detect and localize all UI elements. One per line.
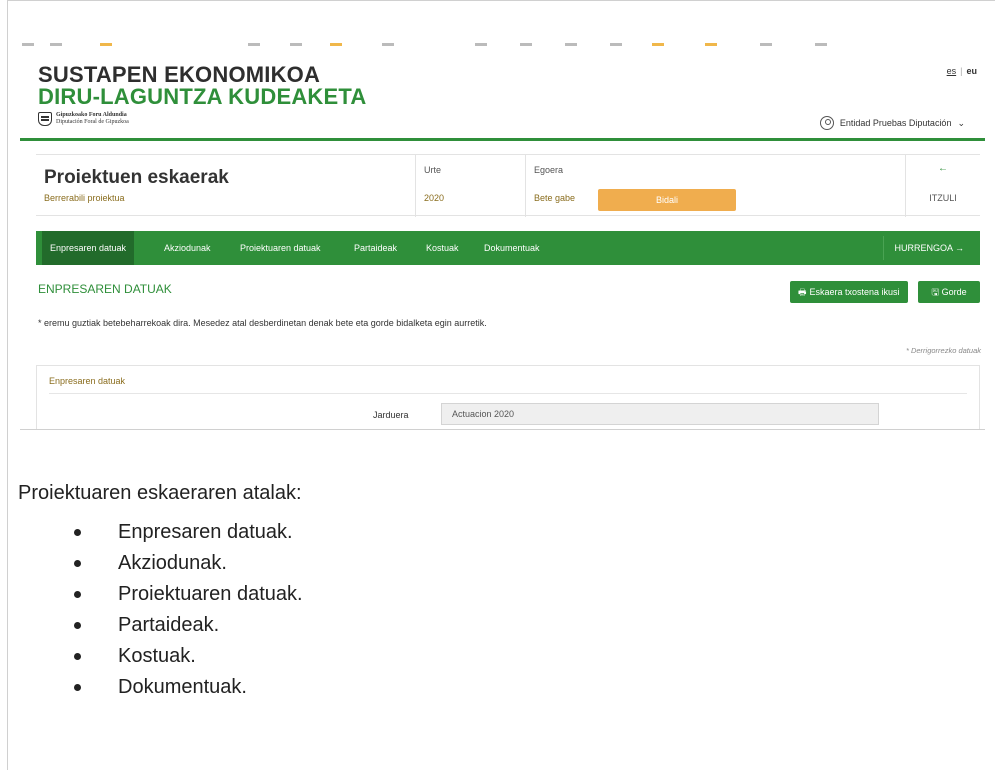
- print-icon: 🖶: [798, 287, 807, 297]
- app-subtitle: DIRU-LAGUNTZA KUDEAKETA: [38, 84, 367, 109]
- strip-mark: [565, 43, 577, 46]
- tab-enpresaren-datuak[interactable]: Enpresaren datuak: [42, 231, 135, 265]
- strip-mark: [705, 43, 717, 46]
- strip-mark: [248, 43, 260, 46]
- status-label: Egoera: [534, 165, 564, 175]
- strip-mark: [100, 43, 112, 46]
- user-icon: [819, 116, 834, 130]
- strip-mark: [520, 43, 532, 46]
- company-data-panel: Enpresaren datuak Jarduera Actuacion 202…: [36, 365, 980, 430]
- back-label: ITZULI: [929, 193, 957, 203]
- strip-mark: [382, 43, 394, 46]
- logo-line2: Diputación Foral de Gipuzkoa: [56, 119, 129, 125]
- sections-list: Enpresaren datuak. Akziodunak. Proiektua…: [66, 518, 303, 704]
- strip-mark: [610, 43, 622, 46]
- strip-mark: [290, 43, 302, 46]
- list-item: Dokumentuak.: [66, 673, 303, 704]
- tab-proiektuaren-datuak[interactable]: Proiektuaren datuak: [232, 231, 329, 265]
- send-button[interactable]: Bidali: [598, 189, 736, 211]
- arrow-left-icon: ←: [938, 163, 948, 174]
- strip-mark: [330, 43, 342, 46]
- tab-akziodunak[interactable]: Akziodunak: [156, 231, 219, 265]
- top-strip: [20, 40, 985, 48]
- page-title: Proiektuen eskaerak: [44, 167, 229, 188]
- strip-mark: [760, 43, 772, 46]
- strip-mark: [50, 43, 62, 46]
- app-screenshot: SUSTAPEN EKONOMIKOA DIRU-LAGUNTZA KUDEAK…: [20, 40, 985, 430]
- view-report-label: Eskaera txostena ikusi: [809, 287, 900, 297]
- section-tabs: Enpresaren datuak Akziodunak Proiektuare…: [36, 231, 980, 265]
- section-heading: ENPRESAREN DATUAK: [38, 282, 172, 296]
- view-report-button[interactable]: 🖶 Eskaera txostena ikusi: [790, 281, 908, 303]
- list-item: Akziodunak.: [66, 549, 303, 580]
- reuse-project-link[interactable]: Berrerabili proiektua: [44, 193, 125, 203]
- chevron-down-icon: ⌄: [957, 117, 965, 128]
- logo-line1: Gipuzkoako Foru Aldundia: [56, 112, 127, 118]
- panel-title: Enpresaren datuak: [49, 376, 126, 386]
- shield-icon: [38, 112, 52, 126]
- floppy-icon: 🖫: [931, 287, 940, 297]
- required-fields-note: * Derrigorrezko datuak: [905, 346, 981, 355]
- strip-mark: [815, 43, 827, 46]
- strip-mark: [22, 43, 34, 46]
- year-value: 2020: [424, 193, 445, 203]
- user-name: Entidad Pruebas Diputación: [839, 118, 952, 128]
- save-button[interactable]: 🖫 Gorde: [918, 281, 980, 303]
- list-item: Enpresaren datuak.: [66, 518, 303, 549]
- lang-es-link[interactable]: es: [947, 66, 957, 76]
- activity-field[interactable]: Actuacion 2020: [441, 403, 879, 425]
- gipuzkoa-logo[interactable]: Gipuzkoako Foru Aldundia Diputación Fora…: [38, 112, 129, 126]
- strip-mark: [652, 43, 664, 46]
- document-heading: Proiektuaren eskaeraren atalak:: [18, 482, 302, 504]
- panel-divider: [49, 393, 967, 394]
- list-item: Proiektuaren datuak.: [66, 580, 303, 611]
- back-button[interactable]: ← ITZULI: [906, 155, 980, 217]
- lang-eu-link[interactable]: eu: [966, 66, 977, 76]
- tab-dokumentuak[interactable]: Dokumentuak: [476, 231, 548, 265]
- lang-separator: |: [960, 66, 963, 76]
- tab-kostuak[interactable]: Kostuak: [418, 231, 467, 265]
- list-item: Partaideak.: [66, 611, 303, 642]
- strip-mark: [475, 43, 487, 46]
- required-notice: * eremu guztiak betebeharrekoak dira. Me…: [38, 318, 487, 328]
- status-value: Bete gabe: [534, 193, 576, 203]
- tab-partaideak[interactable]: Partaideak: [346, 231, 405, 265]
- project-card: Proiektuen eskaerak Berrerabili proiektu…: [36, 154, 980, 217]
- header-divider: [20, 138, 985, 141]
- list-item: Kostuak.: [66, 642, 303, 673]
- year-label: Urte: [424, 165, 442, 175]
- save-label: Gorde: [941, 287, 967, 297]
- activity-label: Jarduera: [373, 410, 409, 420]
- language-switcher: es | eu: [947, 66, 977, 76]
- user-menu[interactable]: Entidad Pruebas Diputación ⌄: [819, 116, 965, 130]
- next-button[interactable]: HURRENGOA →: [883, 236, 974, 260]
